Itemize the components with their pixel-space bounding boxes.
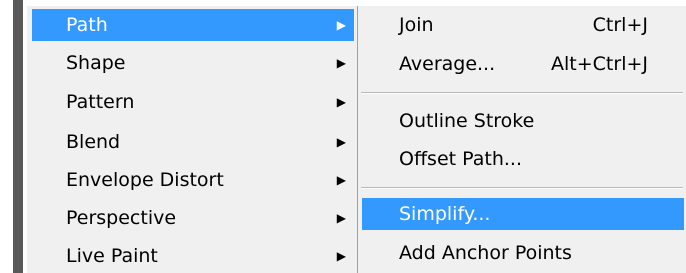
menu-item-label: Envelope Distort (66, 169, 224, 191)
menu-item-label: Pattern (66, 91, 135, 113)
menu-item-envelope-distort[interactable]: Envelope Distort ▶ (32, 164, 354, 196)
menu-item-label: Path (66, 14, 108, 36)
shortcut-label: Alt+Ctrl+J (551, 53, 648, 75)
submenu-item-offset-path[interactable]: Offset Path... (362, 143, 684, 175)
page-margin (0, 0, 13, 273)
submenu-arrow-icon: ▶ (336, 56, 346, 70)
submenu-arrow-icon: ▶ (336, 95, 346, 109)
submenu-item-add-anchor-points[interactable]: Add Anchor Points (362, 237, 684, 269)
menu-item-path[interactable]: Path ▶ (32, 9, 354, 41)
menu-item-shape[interactable]: Shape ▶ (32, 47, 354, 79)
submenu-item-simplify[interactable]: Simplify... (362, 198, 684, 230)
submenu-item-average[interactable]: Average... Alt+Ctrl+J (362, 48, 684, 80)
main-menu: Path ▶ Shape ▶ Pattern ▶ Blend ▶ Envelop… (27, 6, 358, 273)
menu-item-blend[interactable]: Blend ▶ (32, 126, 354, 158)
menu-item-live-paint[interactable]: Live Paint ▶ (32, 240, 354, 272)
submenu-arrow-icon: ▶ (336, 211, 346, 225)
submenu-item-label: Average... (399, 53, 496, 75)
submenu-item-join[interactable]: Join Ctrl+J (362, 9, 684, 41)
menu-side-bar (13, 0, 23, 273)
submenu-item-label: Add Anchor Points (399, 242, 572, 264)
submenu-item-label: Offset Path... (399, 148, 522, 170)
submenu-arrow-icon: ▶ (336, 18, 346, 32)
shortcut-label: Ctrl+J (592, 14, 648, 36)
path-submenu: Join Ctrl+J Average... Alt+Ctrl+J Outlin… (359, 6, 686, 273)
menu-separator (361, 187, 683, 189)
menu-item-label: Blend (66, 131, 121, 153)
menu-item-pattern[interactable]: Pattern ▶ (32, 86, 354, 118)
submenu-arrow-icon: ▶ (336, 135, 346, 149)
submenu-item-label: Join (399, 14, 434, 36)
menu-item-label: Perspective (66, 207, 177, 229)
submenu-item-label: Simplify... (399, 203, 491, 225)
menu-item-label: Shape (66, 52, 126, 74)
menu-item-label: Live Paint (66, 245, 158, 267)
submenu-arrow-icon: ▶ (336, 249, 346, 263)
menu-item-perspective[interactable]: Perspective ▶ (32, 202, 354, 234)
submenu-item-outline-stroke[interactable]: Outline Stroke (362, 105, 684, 137)
menu-separator (361, 92, 683, 94)
submenu-arrow-icon: ▶ (336, 173, 346, 187)
submenu-item-label: Outline Stroke (399, 110, 535, 132)
